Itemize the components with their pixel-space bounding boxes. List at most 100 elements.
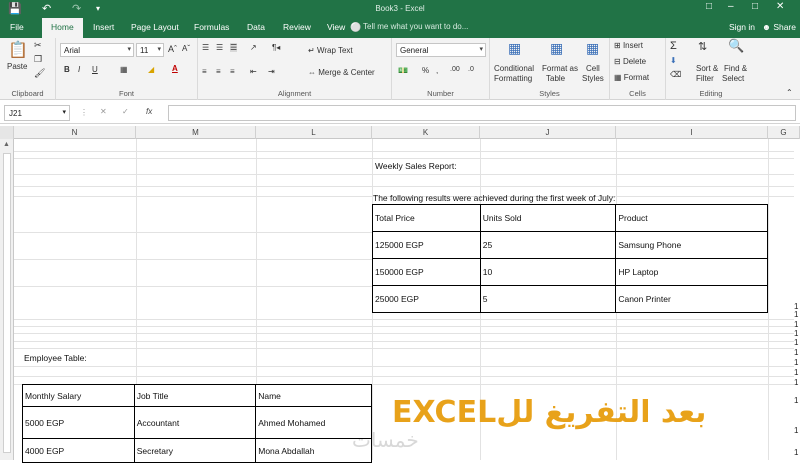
find-select-label-2[interactable]: Select <box>722 74 744 83</box>
sort-filter-label[interactable]: Sort & <box>696 64 718 73</box>
format-painter-icon[interactable]: 🖌 <box>34 68 45 79</box>
merge-center-button[interactable]: ⇔ Merge & Center <box>308 68 375 77</box>
row-number[interactable]: 1 <box>794 426 798 435</box>
row-number[interactable]: 1 <box>794 329 798 338</box>
sort-filter-icon[interactable]: ⇅ <box>698 40 707 53</box>
table-cell[interactable]: 5000 EGP <box>22 406 135 439</box>
font-name-select[interactable]: Arial ▾ <box>60 43 134 57</box>
table-cell[interactable]: Canon Printer <box>615 285 768 313</box>
find-select-icon[interactable]: 🔍 <box>728 38 744 54</box>
italic-icon[interactable]: I <box>78 65 80 74</box>
row-number[interactable]: 1 <box>794 448 798 457</box>
clear-icon[interactable]: ⌫ <box>670 70 681 79</box>
row-number[interactable]: 1 <box>794 368 798 377</box>
tab-review[interactable]: Review <box>283 22 311 32</box>
fill-color-icon[interactable]: ◢ <box>148 65 154 74</box>
tab-view[interactable]: View <box>327 22 345 32</box>
insert-function-icon[interactable]: fx <box>146 107 152 116</box>
conditional-formatting-label[interactable]: Conditional <box>494 64 534 73</box>
number-format-select[interactable]: General ▾ <box>396 43 486 57</box>
table-cell[interactable]: 25 <box>479 231 617 259</box>
autosum-icon[interactable]: Σ <box>670 40 677 52</box>
increase-decimal-icon[interactable]: .00 <box>450 66 460 73</box>
select-all-corner[interactable] <box>0 126 14 139</box>
tab-data[interactable]: Data <box>247 22 265 32</box>
paste-icon[interactable]: 📋 <box>8 40 28 60</box>
align-top-icon[interactable]: ☰ <box>202 43 209 52</box>
tab-file[interactable]: File <box>10 22 24 32</box>
conditional-formatting-label-2[interactable]: Formatting <box>494 74 532 83</box>
row-number[interactable]: 1 <box>794 378 798 387</box>
table-header-cell[interactable]: Monthly Salary <box>22 384 135 407</box>
tab-insert[interactable]: Insert <box>93 22 114 32</box>
currency-icon[interactable]: 💵 <box>398 66 408 75</box>
align-middle-icon[interactable]: ☰ <box>216 43 223 52</box>
decrease-font-icon[interactable]: Aˇ <box>182 44 190 53</box>
delete-cells-button[interactable]: ⊟ Delete <box>614 57 646 66</box>
name-box[interactable]: J21 ▾ <box>4 105 70 121</box>
vertical-scrollbar[interactable]: ▲ <box>0 139 14 460</box>
column-header[interactable]: J <box>480 126 616 139</box>
table-cell[interactable]: 4000 EGP <box>22 438 135 463</box>
fill-icon[interactable]: ⬇ <box>670 56 677 65</box>
minimize-icon[interactable]: – <box>728 1 734 12</box>
tell-me-search[interactable]: Tell me what you want to do... <box>363 22 468 31</box>
rtl-direction-icon[interactable]: ¶◂ <box>272 43 280 52</box>
row-number[interactable]: 1 <box>794 396 798 405</box>
paste-button-label[interactable]: Paste <box>7 62 27 71</box>
table-cell[interactable]: Accountant <box>133 406 257 439</box>
format-cells-button[interactable]: ▦ Format <box>614 73 649 82</box>
close-icon[interactable]: ✕ <box>776 1 784 12</box>
table-cell[interactable]: 10 <box>479 258 617 286</box>
align-right-icon[interactable]: ≡ <box>230 67 235 76</box>
cell-styles-label[interactable]: Cell <box>586 64 600 73</box>
wrap-text-button[interactable]: ↵ Wrap Text <box>308 46 353 55</box>
confirm-entry-icon[interactable]: ✓ <box>122 107 129 116</box>
collapse-ribbon-icon[interactable]: ⌃ <box>786 88 793 97</box>
increase-indent-icon[interactable]: ⇥ <box>268 67 275 76</box>
scroll-up-icon[interactable]: ▲ <box>3 141 10 148</box>
percent-icon[interactable]: % <box>422 66 429 75</box>
row-number[interactable]: 1 <box>794 320 798 329</box>
report-title[interactable]: Weekly Sales Report: <box>375 161 457 171</box>
ribbon-options-icon[interactable]: □ <box>706 1 712 12</box>
cancel-entry-icon[interactable]: ✕ <box>100 107 107 116</box>
column-header[interactable]: M <box>136 126 256 139</box>
table-cell[interactable]: 25000 EGP <box>372 285 481 313</box>
row-number[interactable]: 1 <box>794 338 798 347</box>
increase-font-icon[interactable]: Aˆ <box>168 44 177 54</box>
decrease-indent-icon[interactable]: ⇤ <box>250 67 257 76</box>
sort-filter-label-2[interactable]: Filter <box>696 74 714 83</box>
table-header-cell[interactable]: Total Price <box>372 204 481 232</box>
cell-styles-label-2[interactable]: Styles <box>582 74 604 83</box>
row-number[interactable]: 1 <box>794 348 798 357</box>
comma-style-icon[interactable]: , <box>436 66 438 75</box>
column-header[interactable]: K <box>372 126 480 139</box>
column-header[interactable]: G <box>768 126 800 139</box>
format-as-table-label[interactable]: Format as <box>542 64 578 73</box>
table-header-cell[interactable]: Job Title <box>133 384 257 407</box>
font-size-select[interactable]: 11 ▾ <box>136 43 164 57</box>
table-cell[interactable]: Secretary <box>133 438 257 463</box>
cell-styles-icon[interactable]: ▦ <box>586 40 599 57</box>
tab-home[interactable]: Home <box>42 18 83 38</box>
row-number[interactable]: 1 <box>794 310 798 319</box>
insert-cells-button[interactable]: ⊞ Insert <box>614 41 643 50</box>
bold-icon[interactable]: B <box>64 65 70 74</box>
employee-title[interactable]: Employee Table: <box>24 353 87 363</box>
find-select-label[interactable]: Find & <box>724 64 747 73</box>
table-cell[interactable]: 150000 EGP <box>372 258 481 286</box>
report-intro[interactable]: The following results were achieved duri… <box>373 193 615 203</box>
align-bottom-icon[interactable]: ☰ <box>230 43 238 52</box>
font-color-icon[interactable]: A <box>172 64 178 73</box>
formula-input[interactable] <box>168 105 796 121</box>
share-button[interactable]: ☻ Share <box>762 22 796 32</box>
maximize-icon[interactable]: □ <box>752 1 758 12</box>
column-header[interactable]: I <box>616 126 768 139</box>
table-cell[interactable]: 5 <box>479 285 617 313</box>
table-cell[interactable]: 125000 EGP <box>372 231 481 259</box>
table-header-cell[interactable]: Units Sold <box>479 204 617 232</box>
scrollbar-thumb[interactable] <box>3 153 11 453</box>
row-number[interactable]: 1 <box>794 358 798 367</box>
table-cell[interactable]: HP Laptop <box>615 258 768 286</box>
